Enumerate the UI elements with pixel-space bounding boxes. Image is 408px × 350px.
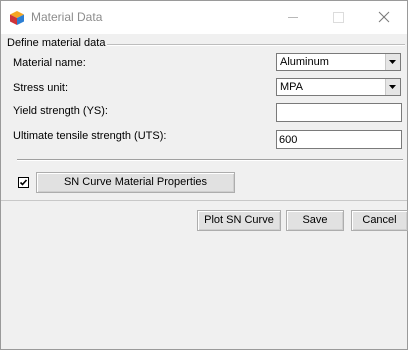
material-name-dropdown-button[interactable] bbox=[385, 54, 400, 70]
close-icon bbox=[378, 11, 390, 23]
material-data-dialog: Material Data Define material data Mater… bbox=[0, 0, 408, 350]
yield-strength-label: Yield strength (YS): bbox=[13, 105, 108, 117]
minimize-icon bbox=[288, 17, 298, 18]
uts-field[interactable] bbox=[276, 130, 402, 149]
stress-unit-label: Stress unit: bbox=[13, 82, 69, 94]
material-name-value: Aluminum bbox=[280, 56, 329, 68]
chevron-down-icon bbox=[389, 85, 396, 89]
section-separator bbox=[17, 159, 403, 161]
material-name-select[interactable]: Aluminum bbox=[276, 53, 401, 71]
yield-strength-field[interactable] bbox=[276, 103, 402, 122]
stress-unit-value: MPA bbox=[280, 81, 304, 93]
close-button[interactable] bbox=[361, 1, 407, 34]
footer-divider bbox=[1, 200, 407, 201]
maximize-button[interactable] bbox=[315, 1, 361, 34]
minimize-button[interactable] bbox=[269, 1, 315, 34]
save-button[interactable]: Save bbox=[286, 210, 344, 231]
material-name-label: Material name: bbox=[13, 57, 86, 69]
group-divider bbox=[107, 44, 405, 46]
group-title: Define material data bbox=[7, 37, 108, 49]
uts-label: Ultimate tensile strength (UTS): bbox=[13, 130, 167, 142]
window-title: Material Data bbox=[31, 10, 103, 24]
title-bar[interactable]: Material Data bbox=[1, 1, 407, 34]
stress-unit-select[interactable]: MPA bbox=[276, 78, 401, 96]
sn-curve-properties-button[interactable]: SN Curve Material Properties bbox=[36, 172, 235, 193]
dialog-body: Define material data Material name: Alum… bbox=[1, 34, 408, 349]
maximize-icon bbox=[333, 12, 344, 23]
stress-unit-dropdown-button[interactable] bbox=[385, 79, 400, 95]
cancel-button[interactable]: Cancel bbox=[351, 210, 408, 231]
plot-sn-curve-button[interactable]: Plot SN Curve bbox=[197, 210, 281, 231]
app-cube-icon bbox=[10, 11, 24, 25]
yield-strength-input[interactable] bbox=[277, 105, 397, 120]
sn-curve-checkbox[interactable] bbox=[18, 177, 29, 188]
checkmark-icon bbox=[19, 179, 28, 186]
uts-input[interactable] bbox=[277, 132, 397, 147]
chevron-down-icon bbox=[389, 60, 396, 64]
